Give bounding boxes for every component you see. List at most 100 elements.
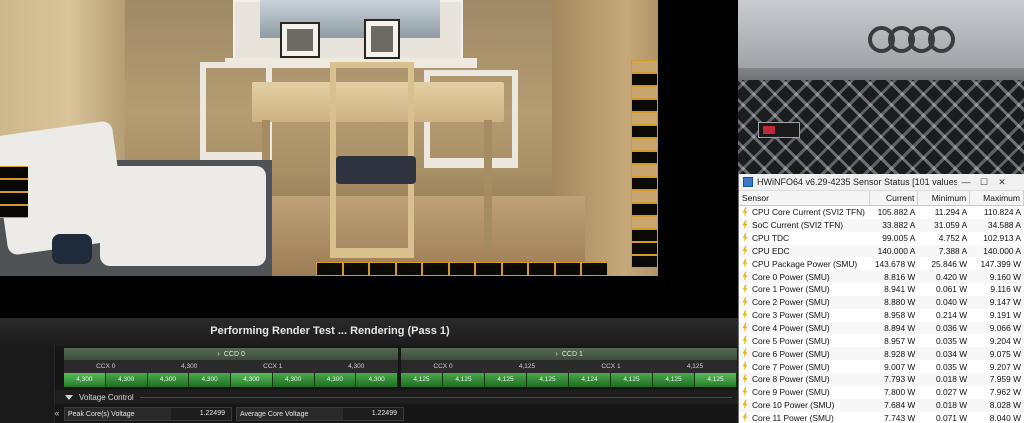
sensor-minimum-text: 0.214 W — [935, 310, 968, 321]
sensor-row[interactable]: Core 3 Power (SMU) 8.958 W 0.214 W 9.191 W — [739, 309, 1024, 322]
render-tile — [631, 190, 658, 203]
sensor-minimum: 25.846 W — [918, 259, 970, 269]
core-freq: 4,300 — [64, 373, 106, 387]
lightning-bolt-icon — [742, 323, 748, 333]
sensor-row[interactable]: CPU Package Power (SMU) 143.678 W 25.846 W… — [739, 257, 1024, 270]
render-tiles-left — [0, 166, 28, 218]
sensor-maximum: 147.399 W — [970, 259, 1024, 269]
sensor-minimum: 0.018 W — [918, 374, 970, 384]
column-header-current[interactable]: Current — [870, 191, 919, 205]
sensor-current: 8.957 W — [870, 336, 919, 346]
sensor-table-header: Sensor Current Minimum Maximum — [739, 191, 1024, 206]
sensor-maximum: 102.913 A — [970, 233, 1024, 243]
sensor-row[interactable]: CPU TDC 99.005 A 4.752 A 102.913 A — [739, 232, 1024, 245]
sensor-maximum-text: 110.824 A — [983, 207, 1021, 218]
car-grille — [738, 80, 1024, 174]
peak-voltage-field: Peak Core(s) Voltage 1.22499 — [64, 407, 232, 421]
sensor-maximum-text: 34.588 A — [987, 220, 1021, 231]
lightning-bolt-icon — [742, 258, 748, 268]
maximize-button[interactable]: ☐ — [975, 177, 993, 188]
scene-chair-cushion — [336, 156, 416, 184]
sensor-minimum: 4.752 A — [918, 233, 970, 243]
sensor-current-text: 7.743 W — [884, 412, 916, 423]
close-button[interactable]: ✕ — [993, 177, 1011, 188]
peak-voltage-value: 1.22499 — [171, 408, 231, 420]
ccd1-header[interactable]: › CCD 1 — [401, 348, 737, 360]
sensor-row[interactable]: SoC Current (SVI2 TFN) 33.882 A 31.059 A 34… — [739, 218, 1024, 232]
sensor-minimum-text: 4.752 A — [938, 233, 968, 244]
sensor-maximum-text: 147.399 W — [980, 258, 1021, 269]
sensor-maximum-text: 9.116 W — [990, 284, 1021, 295]
lightning-bolt-icon — [742, 284, 748, 294]
core-freq: 4,125 — [695, 373, 737, 387]
sensor-minimum: 0.040 W — [918, 297, 970, 307]
ccd1-core-row: 4,125 4,125 4,125 4,125 4,124 4,125 4,12… — [401, 373, 737, 387]
ccx0-freq: 4,125 — [518, 363, 536, 370]
render-tile — [631, 125, 658, 138]
sensor-name-text: Core 1 Power (SMU) — [752, 284, 830, 295]
sensor-current-text: 8.941 W — [884, 284, 916, 295]
sensor-row[interactable]: Core 9 Power (SMU) 7.800 W 0.027 W 7.962 W — [739, 386, 1024, 399]
sensor-row[interactable]: Core 11 Power (SMU) 7.743 W 0.071 W 8.040 W — [739, 412, 1024, 423]
sensor-minimum-text: 0.027 W — [935, 387, 968, 398]
core-freq: 4,125 — [443, 373, 485, 387]
benchmark-status-bar: Performing Render Test ... Rendering (Pa… — [0, 318, 738, 346]
sensor-minimum-text: 0.018 W — [935, 374, 968, 385]
minimize-button[interactable]: — — [957, 177, 975, 187]
sensor-maximum: 8.028 W — [970, 400, 1024, 410]
sensor-maximum-text: 9.191 W — [989, 310, 1021, 321]
ccx1-label: CCX 1 — [601, 363, 621, 370]
sensor-minimum: 0.035 W — [918, 362, 970, 372]
rs-badge-icon — [758, 122, 800, 138]
core-freq: 4,300 — [272, 373, 315, 387]
sensor-row[interactable]: Core 2 Power (SMU) 8.880 W 0.040 W 9.147 W — [739, 295, 1024, 309]
render-tile — [554, 262, 581, 276]
render-viewport — [0, 0, 658, 276]
avg-voltage-label: Average Core Voltage — [240, 410, 309, 418]
collapse-sidebar-button[interactable]: « — [50, 407, 64, 421]
sensor-current: 7.743 W — [870, 413, 919, 423]
sensor-maximum: 9.191 W — [970, 310, 1024, 320]
sensor-name-text: SoC Current (SVI2 TFN) — [752, 220, 844, 231]
sensor-row[interactable]: CPU Core Current (SVI2 TFN) 105.882 A 11.2… — [739, 206, 1024, 219]
core-freq: 4,125 — [527, 373, 569, 387]
column-header-sensor[interactable]: Sensor — [739, 191, 870, 205]
sensor-minimum-text: 11.294 A — [934, 207, 968, 218]
core-freq: 4,300 — [105, 373, 148, 387]
core-freq: 4,124 — [569, 373, 611, 387]
sensor-name-text: Core 0 Power (SMU) — [752, 271, 830, 282]
render-tile — [528, 262, 555, 276]
voltage-control-section[interactable]: Voltage Control — [55, 390, 738, 404]
render-tile — [631, 112, 658, 125]
sensor-name: Core 9 Power (SMU) — [739, 387, 870, 397]
sensor-maximum: 9.160 W — [970, 272, 1024, 282]
column-header-maximum[interactable]: Maximum — [970, 191, 1024, 205]
sensor-current: 143.678 W — [870, 259, 919, 269]
render-tile — [448, 262, 475, 276]
sensor-row[interactable]: Core 6 Power (SMU) 8.928 W 0.034 W 9.075 W — [739, 347, 1024, 361]
sensor-row[interactable]: Core 7 Power (SMU) 9.007 W 0.035 W 9.207 W — [739, 360, 1024, 373]
sensor-name-text: Core 8 Power (SMU) — [752, 374, 830, 385]
ccd0-header[interactable]: › CCD 0 — [64, 348, 398, 360]
sensor-row[interactable]: Core 10 Power (SMU) 7.684 W 0.018 W 8.028 W — [739, 398, 1024, 412]
sensor-minimum-text: 25.846 W — [931, 258, 968, 269]
hwinfo-titlebar[interactable]: HWiNFO64 v6.29-4235 Sensor Status [101 v… — [739, 174, 1024, 191]
sensor-row[interactable]: Core 5 Power (SMU) 8.957 W 0.035 W 9.204 W — [739, 334, 1024, 347]
sensor-minimum: 0.071 W — [918, 413, 970, 423]
sensor-row[interactable]: Core 8 Power (SMU) 7.793 W 0.018 W 7.959 W — [739, 372, 1024, 386]
chevron-down-icon — [65, 394, 73, 400]
render-tile — [631, 138, 658, 151]
sensor-row[interactable]: CPU EDC 140.000 A 7.388 A 140.000 A — [739, 244, 1024, 258]
column-header-minimum[interactable]: Minimum — [918, 191, 971, 205]
sensor-current-text: 33.882 A — [882, 220, 916, 231]
render-tile — [0, 205, 28, 218]
sensor-maximum-text: 9.204 W — [989, 335, 1021, 346]
benchmark-panel: Performing Render Test ... Rendering (Pa… — [0, 318, 738, 423]
sensor-row[interactable]: Core 0 Power (SMU) 8.816 W 0.420 W 9.160 W — [739, 270, 1024, 284]
sensor-name-text: CPU EDC — [752, 245, 790, 256]
sensor-current: 8.941 W — [870, 284, 919, 294]
sensor-row[interactable]: Core 1 Power (SMU) 8.941 W 0.061 W 9.116 W — [739, 283, 1024, 296]
sensor-name: Core 0 Power (SMU) — [739, 271, 870, 282]
sensor-row[interactable]: Core 4 Power (SMU) 8.894 W 0.036 W 9.066 W — [739, 321, 1024, 335]
sensor-minimum-text: 0.035 W — [935, 335, 968, 346]
